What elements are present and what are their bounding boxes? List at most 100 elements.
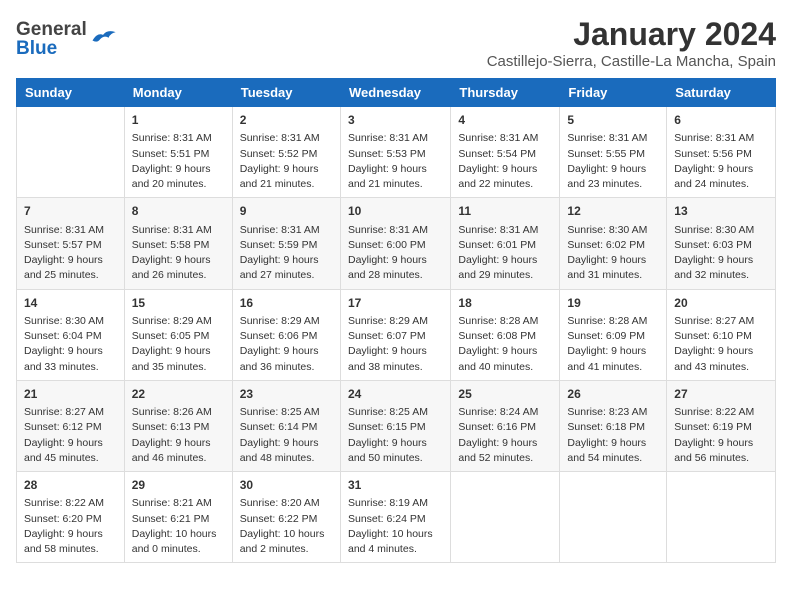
day-number: 18 [458, 295, 552, 312]
day-number: 3 [348, 112, 443, 129]
header-friday: Friday [560, 79, 667, 107]
day-number: 27 [674, 386, 768, 403]
day-info: Sunrise: 8:31 AM Sunset: 5:59 PM Dayligh… [240, 223, 333, 284]
month-title: January 2024 [487, 16, 776, 53]
day-info: Sunrise: 8:24 AM Sunset: 6:16 PM Dayligh… [458, 405, 552, 466]
header-monday: Monday [124, 79, 232, 107]
day-info: Sunrise: 8:27 AM Sunset: 6:10 PM Dayligh… [674, 314, 768, 375]
day-info: Sunrise: 8:31 AM Sunset: 5:57 PM Dayligh… [24, 223, 117, 284]
calendar-cell: 25Sunrise: 8:24 AM Sunset: 6:16 PM Dayli… [451, 380, 560, 471]
day-number: 23 [240, 386, 333, 403]
calendar-cell [667, 472, 776, 563]
logo: General Blue [16, 20, 117, 58]
calendar-cell: 7 Sunrise: 8:31 AM Sunset: 5:57 PM Daylig… [17, 198, 125, 289]
header-sunday: Sunday [17, 79, 125, 107]
calendar-cell: 13Sunrise: 8:30 AM Sunset: 6:03 PM Dayli… [667, 198, 776, 289]
day-info: Sunrise: 8:28 AM Sunset: 6:09 PM Dayligh… [567, 314, 659, 375]
title-area: January 2024 Castillejo-Sierra, Castille… [487, 16, 776, 70]
calendar-week-row: 21Sunrise: 8:27 AM Sunset: 6:12 PM Dayli… [17, 380, 776, 471]
day-info: Sunrise: 8:31 AM Sunset: 5:51 PM Dayligh… [132, 131, 225, 192]
calendar-header-row: SundayMondayTuesdayWednesdayThursdayFrid… [17, 79, 776, 107]
day-info: Sunrise: 8:22 AM Sunset: 6:20 PM Dayligh… [24, 496, 117, 557]
day-number: 13 [674, 203, 768, 220]
header-wednesday: Wednesday [340, 79, 450, 107]
calendar-cell: 29 Sunrise: 8:21 AM Sunset: 6:21 PM Dayli… [124, 472, 232, 563]
day-info: Sunrise: 8:31 AM Sunset: 5:55 PM Dayligh… [567, 131, 659, 192]
day-info: Sunrise: 8:25 AM Sunset: 6:15 PM Dayligh… [348, 405, 443, 466]
day-info: Sunrise: 8:28 AM Sunset: 6:08 PM Dayligh… [458, 314, 552, 375]
calendar-cell: 21Sunrise: 8:27 AM Sunset: 6:12 PM Dayli… [17, 380, 125, 471]
day-number: 12 [567, 203, 659, 220]
calendar-cell: 20Sunrise: 8:27 AM Sunset: 6:10 PM Dayli… [667, 289, 776, 380]
calendar-cell: 16Sunrise: 8:29 AM Sunset: 6:06 PM Dayli… [232, 289, 340, 380]
day-number: 16 [240, 295, 333, 312]
location-title: Castillejo-Sierra, Castille-La Mancha, S… [487, 53, 776, 70]
calendar-table: SundayMondayTuesdayWednesdayThursdayFrid… [16, 78, 776, 563]
calendar-cell: 2Sunrise: 8:31 AM Sunset: 5:52 PM Daylig… [232, 107, 340, 198]
day-number: 5 [567, 112, 659, 129]
calendar-cell: 8 Sunrise: 8:31 AM Sunset: 5:58 PM Daylig… [124, 198, 232, 289]
day-number: 31 [348, 477, 443, 494]
day-number: 26 [567, 386, 659, 403]
calendar-cell: 26 Sunrise: 8:23 AM Sunset: 6:18 PM Dayli… [560, 380, 667, 471]
day-info: Sunrise: 8:30 AM Sunset: 6:04 PM Dayligh… [24, 314, 117, 375]
day-number: 21 [24, 386, 117, 403]
day-number: 28 [24, 477, 117, 494]
calendar-cell: 10 Sunrise: 8:31 AM Sunset: 6:00 PM Dayli… [340, 198, 450, 289]
day-number: 29 [132, 477, 225, 494]
day-info: Sunrise: 8:31 AM Sunset: 5:58 PM Dayligh… [132, 223, 225, 284]
calendar-cell: 15Sunrise: 8:29 AM Sunset: 6:05 PM Dayli… [124, 289, 232, 380]
calendar-cell: 19 Sunrise: 8:28 AM Sunset: 6:09 PM Dayli… [560, 289, 667, 380]
calendar-cell: 3Sunrise: 8:31 AM Sunset: 5:53 PM Daylig… [340, 107, 450, 198]
calendar-cell: 9 Sunrise: 8:31 AM Sunset: 5:59 PM Daylig… [232, 198, 340, 289]
calendar-cell: 27 Sunrise: 8:22 AM Sunset: 6:19 PM Dayli… [667, 380, 776, 471]
day-number: 11 [458, 203, 552, 220]
day-info: Sunrise: 8:26 AM Sunset: 6:13 PM Dayligh… [132, 405, 225, 466]
calendar-cell: 11 Sunrise: 8:31 AM Sunset: 6:01 PM Dayli… [451, 198, 560, 289]
day-info: Sunrise: 8:31 AM Sunset: 6:01 PM Dayligh… [458, 223, 552, 284]
day-info: Sunrise: 8:30 AM Sunset: 6:02 PM Dayligh… [567, 223, 659, 284]
day-number: 6 [674, 112, 768, 129]
day-number: 15 [132, 295, 225, 312]
day-info: Sunrise: 8:29 AM Sunset: 6:07 PM Dayligh… [348, 314, 443, 375]
calendar-cell: 6 Sunrise: 8:31 AM Sunset: 5:56 PM Daylig… [667, 107, 776, 198]
calendar-cell: 31 Sunrise: 8:19 AM Sunset: 6:24 PM Dayli… [340, 472, 450, 563]
calendar-cell [560, 472, 667, 563]
day-number: 10 [348, 203, 443, 220]
day-number: 7 [24, 203, 117, 220]
day-number: 8 [132, 203, 225, 220]
day-number: 30 [240, 477, 333, 494]
logo-general-text: General [16, 20, 87, 39]
day-number: 14 [24, 295, 117, 312]
day-number: 9 [240, 203, 333, 220]
header-tuesday: Tuesday [232, 79, 340, 107]
day-info: Sunrise: 8:31 AM Sunset: 6:00 PM Dayligh… [348, 223, 443, 284]
calendar-cell: 18 Sunrise: 8:28 AM Sunset: 6:08 PM Dayli… [451, 289, 560, 380]
calendar-cell: 12 Sunrise: 8:30 AM Sunset: 6:02 PM Dayli… [560, 198, 667, 289]
calendar-week-row: 1 Sunrise: 8:31 AM Sunset: 5:51 PM Daylig… [17, 107, 776, 198]
day-number: 24 [348, 386, 443, 403]
calendar-cell: 30 Sunrise: 8:20 AM Sunset: 6:22 PM Dayli… [232, 472, 340, 563]
calendar-cell: 28 Sunrise: 8:22 AM Sunset: 6:20 PM Dayli… [17, 472, 125, 563]
calendar-week-row: 14 Sunrise: 8:30 AM Sunset: 6:04 PM Dayli… [17, 289, 776, 380]
calendar-week-row: 28 Sunrise: 8:22 AM Sunset: 6:20 PM Dayli… [17, 472, 776, 563]
day-info: Sunrise: 8:23 AM Sunset: 6:18 PM Dayligh… [567, 405, 659, 466]
day-number: 2 [240, 112, 333, 129]
day-info: Sunrise: 8:19 AM Sunset: 6:24 PM Dayligh… [348, 496, 443, 557]
header-thursday: Thursday [451, 79, 560, 107]
day-number: 1 [132, 112, 225, 129]
day-info: Sunrise: 8:22 AM Sunset: 6:19 PM Dayligh… [674, 405, 768, 466]
calendar-cell: 17 Sunrise: 8:29 AM Sunset: 6:07 PM Dayli… [340, 289, 450, 380]
day-info: Sunrise: 8:21 AM Sunset: 6:21 PM Dayligh… [132, 496, 225, 557]
page-header: General Blue January 2024 Castillejo-Sie… [16, 16, 776, 70]
calendar-cell: 14 Sunrise: 8:30 AM Sunset: 6:04 PM Dayli… [17, 289, 125, 380]
day-number: 19 [567, 295, 659, 312]
day-info: Sunrise: 8:31 AM Sunset: 5:56 PM Dayligh… [674, 131, 768, 192]
day-info: Sunrise: 8:31 AM Sunset: 5:54 PM Dayligh… [458, 131, 552, 192]
calendar-cell: 4Sunrise: 8:31 AM Sunset: 5:54 PM Daylig… [451, 107, 560, 198]
logo-blue-text: Blue [16, 39, 87, 58]
day-number: 17 [348, 295, 443, 312]
calendar-week-row: 7 Sunrise: 8:31 AM Sunset: 5:57 PM Daylig… [17, 198, 776, 289]
calendar-cell [451, 472, 560, 563]
day-info: Sunrise: 8:20 AM Sunset: 6:22 PM Dayligh… [240, 496, 333, 557]
